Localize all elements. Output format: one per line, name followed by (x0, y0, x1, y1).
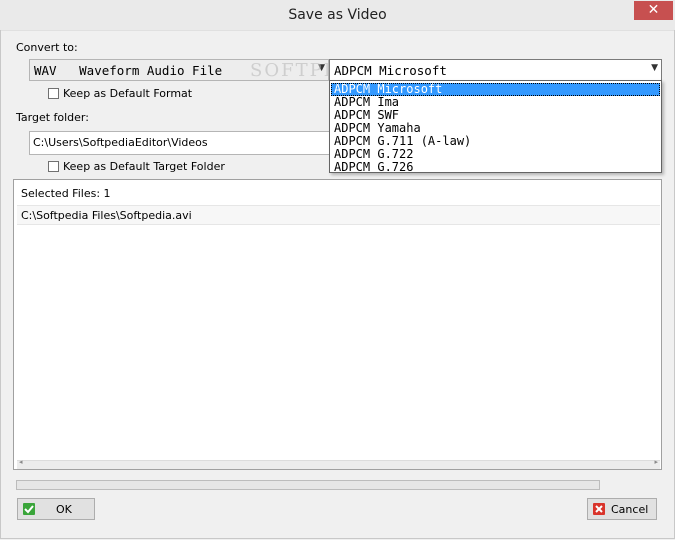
progress-bar (16, 480, 600, 490)
target-folder-value: C:\Users\SoftpediaEditor\Videos (33, 136, 208, 149)
convert-to-label: Convert to: (16, 41, 78, 54)
codec-select[interactable]: ADPCM Microsoft ▼ (329, 59, 662, 81)
selected-files-panel[interactable]: Selected Files: 1 C:\Softpedia Files\Sof… (13, 179, 662, 470)
codec-select-value: ADPCM Microsoft (334, 63, 447, 78)
close-button[interactable]: ✕ (634, 1, 673, 20)
cancel-button-label: Cancel (611, 503, 649, 516)
title-bar: Save as Video ✕ (0, 0, 675, 31)
keep-default-format-checkbox[interactable] (48, 88, 59, 99)
ok-button-label: OK (56, 503, 72, 516)
codec-dropdown-list[interactable]: ADPCM Microsoft ADPCM Ima ADPCM SWF ADPC… (329, 80, 662, 174)
chevron-down-icon: ▼ (318, 63, 325, 73)
chevron-down-icon: ▼ (651, 63, 658, 73)
format-select-value: WAV Waveform Audio File (34, 63, 223, 78)
window-title: Save as Video (288, 7, 387, 23)
keep-default-format-label: Keep as Default Format (63, 87, 193, 100)
close-icon: ✕ (647, 2, 660, 18)
dropdown-option[interactable]: ADPCM G.726 (331, 161, 660, 174)
target-folder-field[interactable]: C:\Users\SoftpediaEditor\Videos (29, 131, 334, 155)
cancel-x-icon (593, 503, 605, 515)
scroll-right-icon: ▸ (654, 458, 658, 466)
format-select[interactable]: WAV Waveform Audio File ▼ (29, 59, 329, 81)
file-path: C:\Softpedia Files\Softpedia.avi (21, 209, 192, 222)
keep-default-folder-label: Keep as Default Target Folder (63, 160, 225, 173)
scroll-left-icon: ◂ (19, 458, 23, 466)
keep-default-folder-checkbox[interactable] (48, 161, 59, 172)
horizontal-scrollbar[interactable]: ◂ ▸ (17, 458, 660, 469)
selected-files-header: Selected Files: 1 (21, 187, 111, 200)
target-folder-label: Target folder: (16, 111, 89, 124)
list-item[interactable]: C:\Softpedia Files\Softpedia.avi (17, 205, 660, 225)
checkmark-icon (23, 503, 35, 515)
ok-button[interactable]: OK (17, 498, 95, 520)
cancel-button[interactable]: Cancel (587, 498, 657, 520)
